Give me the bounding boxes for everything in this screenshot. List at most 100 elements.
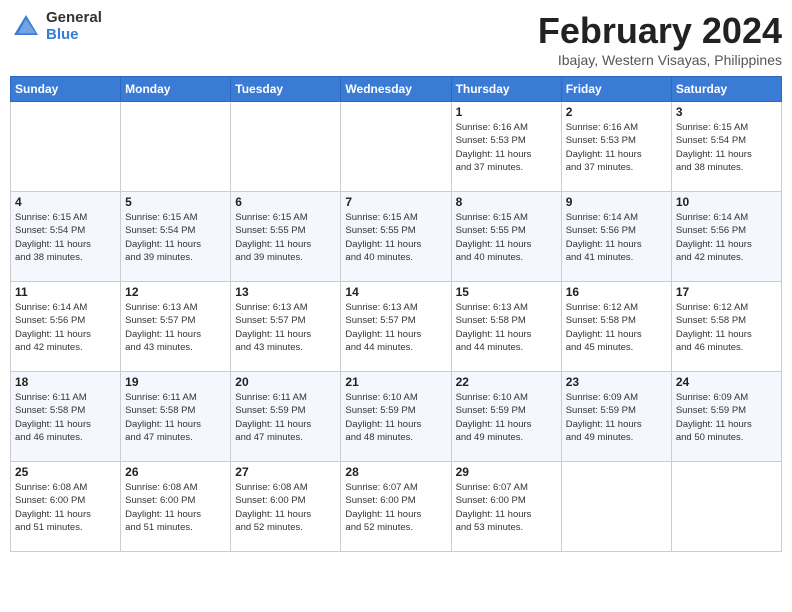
logo-text: General Blue bbox=[46, 10, 102, 43]
calendar-cell: 26 Sunrise: 6:08 AM Sunset: 6:00 PM Dayli… bbox=[121, 462, 231, 552]
logo-general: General bbox=[46, 10, 102, 27]
day-number: 13 bbox=[235, 285, 336, 299]
calendar-week-2: 4 Sunrise: 6:15 AM Sunset: 5:54 PM Daylig… bbox=[11, 192, 782, 282]
calendar-cell: 22Sunrise: 6:10 AM Sunset: 5:59 PM Dayli… bbox=[451, 372, 561, 462]
day-info: Sunrise: 6:13 AM Sunset: 5:57 PM Dayligh… bbox=[345, 301, 446, 354]
day-number: 22 bbox=[456, 375, 557, 389]
header-thursday: Thursday bbox=[451, 77, 561, 102]
calendar-cell: 20 Sunrise: 6:11 AM Sunset: 5:59 PM Dayli… bbox=[231, 372, 341, 462]
day-info: Sunrise: 6:10 AM Sunset: 5:59 PM Dayligh… bbox=[345, 391, 446, 444]
day-number: 3 bbox=[676, 105, 777, 119]
day-info: Sunrise: 6:15 AM Sunset: 5:55 PM Dayligh… bbox=[345, 211, 446, 264]
day-info: Sunrise: 6:15 AM Sunset: 5:55 PM Dayligh… bbox=[235, 211, 336, 264]
day-number: 20 bbox=[235, 375, 336, 389]
day-info: Sunrise: 6:09 AM Sunset: 5:59 PM Dayligh… bbox=[566, 391, 667, 444]
day-info: Sunrise: 6:15 AM Sunset: 5:54 PM Dayligh… bbox=[15, 211, 116, 264]
day-number: 27 bbox=[235, 465, 336, 479]
day-info: Sunrise: 6:08 AM Sunset: 6:00 PM Dayligh… bbox=[235, 481, 336, 534]
day-number: 14 bbox=[345, 285, 446, 299]
calendar-cell: 3 Sunrise: 6:15 AM Sunset: 5:54 PM Daylig… bbox=[671, 102, 781, 192]
calendar-cell: 8Sunrise: 6:15 AM Sunset: 5:55 PM Daylig… bbox=[451, 192, 561, 282]
day-number: 19 bbox=[125, 375, 226, 389]
calendar-cell: 14 Sunrise: 6:13 AM Sunset: 5:57 PM Dayli… bbox=[341, 282, 451, 372]
day-number: 1 bbox=[456, 105, 557, 119]
day-info: Sunrise: 6:13 AM Sunset: 5:58 PM Dayligh… bbox=[456, 301, 557, 354]
calendar-cell: 19Sunrise: 6:11 AM Sunset: 5:58 PM Dayli… bbox=[121, 372, 231, 462]
calendar-cell: 16Sunrise: 6:12 AM Sunset: 5:58 PM Dayli… bbox=[561, 282, 671, 372]
day-number: 10 bbox=[676, 195, 777, 209]
day-info: Sunrise: 6:15 AM Sunset: 5:55 PM Dayligh… bbox=[456, 211, 557, 264]
title-block: February 2024 Ibajay, Western Visayas, P… bbox=[538, 10, 782, 68]
calendar-week-1: 1 Sunrise: 6:16 AM Sunset: 5:53 PM Daylig… bbox=[11, 102, 782, 192]
calendar-week-3: 11 Sunrise: 6:14 AM Sunset: 5:56 PM Dayli… bbox=[11, 282, 782, 372]
day-number: 5 bbox=[125, 195, 226, 209]
calendar-cell: 13 Sunrise: 6:13 AM Sunset: 5:57 PM Dayli… bbox=[231, 282, 341, 372]
day-info: Sunrise: 6:08 AM Sunset: 6:00 PM Dayligh… bbox=[15, 481, 116, 534]
calendar-cell: 6Sunrise: 6:15 AM Sunset: 5:55 PM Daylig… bbox=[231, 192, 341, 282]
day-number: 7 bbox=[345, 195, 446, 209]
calendar-cell: 10 Sunrise: 6:14 AM Sunset: 5:56 PM Dayli… bbox=[671, 192, 781, 282]
calendar-cell bbox=[231, 102, 341, 192]
day-number: 17 bbox=[676, 285, 777, 299]
page-header: General Blue February 2024 Ibajay, Weste… bbox=[10, 10, 782, 68]
calendar-cell: 25 Sunrise: 6:08 AM Sunset: 6:00 PM Dayli… bbox=[11, 462, 121, 552]
calendar-table: Sunday Monday Tuesday Wednesday Thursday… bbox=[10, 76, 782, 552]
day-number: 15 bbox=[456, 285, 557, 299]
calendar-cell bbox=[11, 102, 121, 192]
day-info: Sunrise: 6:11 AM Sunset: 5:58 PM Dayligh… bbox=[15, 391, 116, 444]
header-friday: Friday bbox=[561, 77, 671, 102]
day-info: Sunrise: 6:07 AM Sunset: 6:00 PM Dayligh… bbox=[456, 481, 557, 534]
calendar-cell: 15 Sunrise: 6:13 AM Sunset: 5:58 PM Dayli… bbox=[451, 282, 561, 372]
header-monday: Monday bbox=[121, 77, 231, 102]
day-info: Sunrise: 6:07 AM Sunset: 6:00 PM Dayligh… bbox=[345, 481, 446, 534]
logo-blue: Blue bbox=[46, 27, 102, 44]
day-info: Sunrise: 6:08 AM Sunset: 6:00 PM Dayligh… bbox=[125, 481, 226, 534]
day-number: 24 bbox=[676, 375, 777, 389]
header-sunday: Sunday bbox=[11, 77, 121, 102]
day-number: 18 bbox=[15, 375, 116, 389]
month-title: February 2024 bbox=[538, 10, 782, 52]
calendar-cell: 2 Sunrise: 6:16 AM Sunset: 5:53 PM Daylig… bbox=[561, 102, 671, 192]
day-info: Sunrise: 6:13 AM Sunset: 5:57 PM Dayligh… bbox=[125, 301, 226, 354]
header-saturday: Saturday bbox=[671, 77, 781, 102]
calendar-cell: 11 Sunrise: 6:14 AM Sunset: 5:56 PM Dayli… bbox=[11, 282, 121, 372]
calendar-cell: 17Sunrise: 6:12 AM Sunset: 5:58 PM Dayli… bbox=[671, 282, 781, 372]
day-info: Sunrise: 6:14 AM Sunset: 5:56 PM Dayligh… bbox=[676, 211, 777, 264]
calendar-cell: 7 Sunrise: 6:15 AM Sunset: 5:55 PM Daylig… bbox=[341, 192, 451, 282]
day-info: Sunrise: 6:15 AM Sunset: 5:54 PM Dayligh… bbox=[676, 121, 777, 174]
header-tuesday: Tuesday bbox=[231, 77, 341, 102]
day-number: 11 bbox=[15, 285, 116, 299]
calendar-week-5: 25 Sunrise: 6:08 AM Sunset: 6:00 PM Dayli… bbox=[11, 462, 782, 552]
day-info: Sunrise: 6:14 AM Sunset: 5:56 PM Dayligh… bbox=[15, 301, 116, 354]
calendar-cell: 28 Sunrise: 6:07 AM Sunset: 6:00 PM Dayli… bbox=[341, 462, 451, 552]
calendar-cell: 27 Sunrise: 6:08 AM Sunset: 6:00 PM Dayli… bbox=[231, 462, 341, 552]
day-number: 2 bbox=[566, 105, 667, 119]
day-info: Sunrise: 6:11 AM Sunset: 5:59 PM Dayligh… bbox=[235, 391, 336, 444]
logo: General Blue bbox=[10, 10, 102, 43]
calendar-cell bbox=[341, 102, 451, 192]
calendar-cell: 1 Sunrise: 6:16 AM Sunset: 5:53 PM Daylig… bbox=[451, 102, 561, 192]
calendar-cell bbox=[671, 462, 781, 552]
day-info: Sunrise: 6:15 AM Sunset: 5:54 PM Dayligh… bbox=[125, 211, 226, 264]
calendar-cell: 4 Sunrise: 6:15 AM Sunset: 5:54 PM Daylig… bbox=[11, 192, 121, 282]
calendar-cell: 5 Sunrise: 6:15 AM Sunset: 5:54 PM Daylig… bbox=[121, 192, 231, 282]
calendar-cell: 23Sunrise: 6:09 AM Sunset: 5:59 PM Dayli… bbox=[561, 372, 671, 462]
calendar-cell: 12Sunrise: 6:13 AM Sunset: 5:57 PM Dayli… bbox=[121, 282, 231, 372]
location-title: Ibajay, Western Visayas, Philippines bbox=[538, 52, 782, 68]
calendar-cell bbox=[561, 462, 671, 552]
calendar-cell bbox=[121, 102, 231, 192]
day-number: 4 bbox=[15, 195, 116, 209]
day-info: Sunrise: 6:13 AM Sunset: 5:57 PM Dayligh… bbox=[235, 301, 336, 354]
calendar-cell: 9Sunrise: 6:14 AM Sunset: 5:56 PM Daylig… bbox=[561, 192, 671, 282]
day-info: Sunrise: 6:16 AM Sunset: 5:53 PM Dayligh… bbox=[566, 121, 667, 174]
day-number: 26 bbox=[125, 465, 226, 479]
header-wednesday: Wednesday bbox=[341, 77, 451, 102]
day-number: 9 bbox=[566, 195, 667, 209]
day-info: Sunrise: 6:09 AM Sunset: 5:59 PM Dayligh… bbox=[676, 391, 777, 444]
calendar-cell: 21Sunrise: 6:10 AM Sunset: 5:59 PM Dayli… bbox=[341, 372, 451, 462]
day-number: 16 bbox=[566, 285, 667, 299]
day-info: Sunrise: 6:16 AM Sunset: 5:53 PM Dayligh… bbox=[456, 121, 557, 174]
calendar-cell: 29Sunrise: 6:07 AM Sunset: 6:00 PM Dayli… bbox=[451, 462, 561, 552]
day-number: 25 bbox=[15, 465, 116, 479]
day-number: 28 bbox=[345, 465, 446, 479]
